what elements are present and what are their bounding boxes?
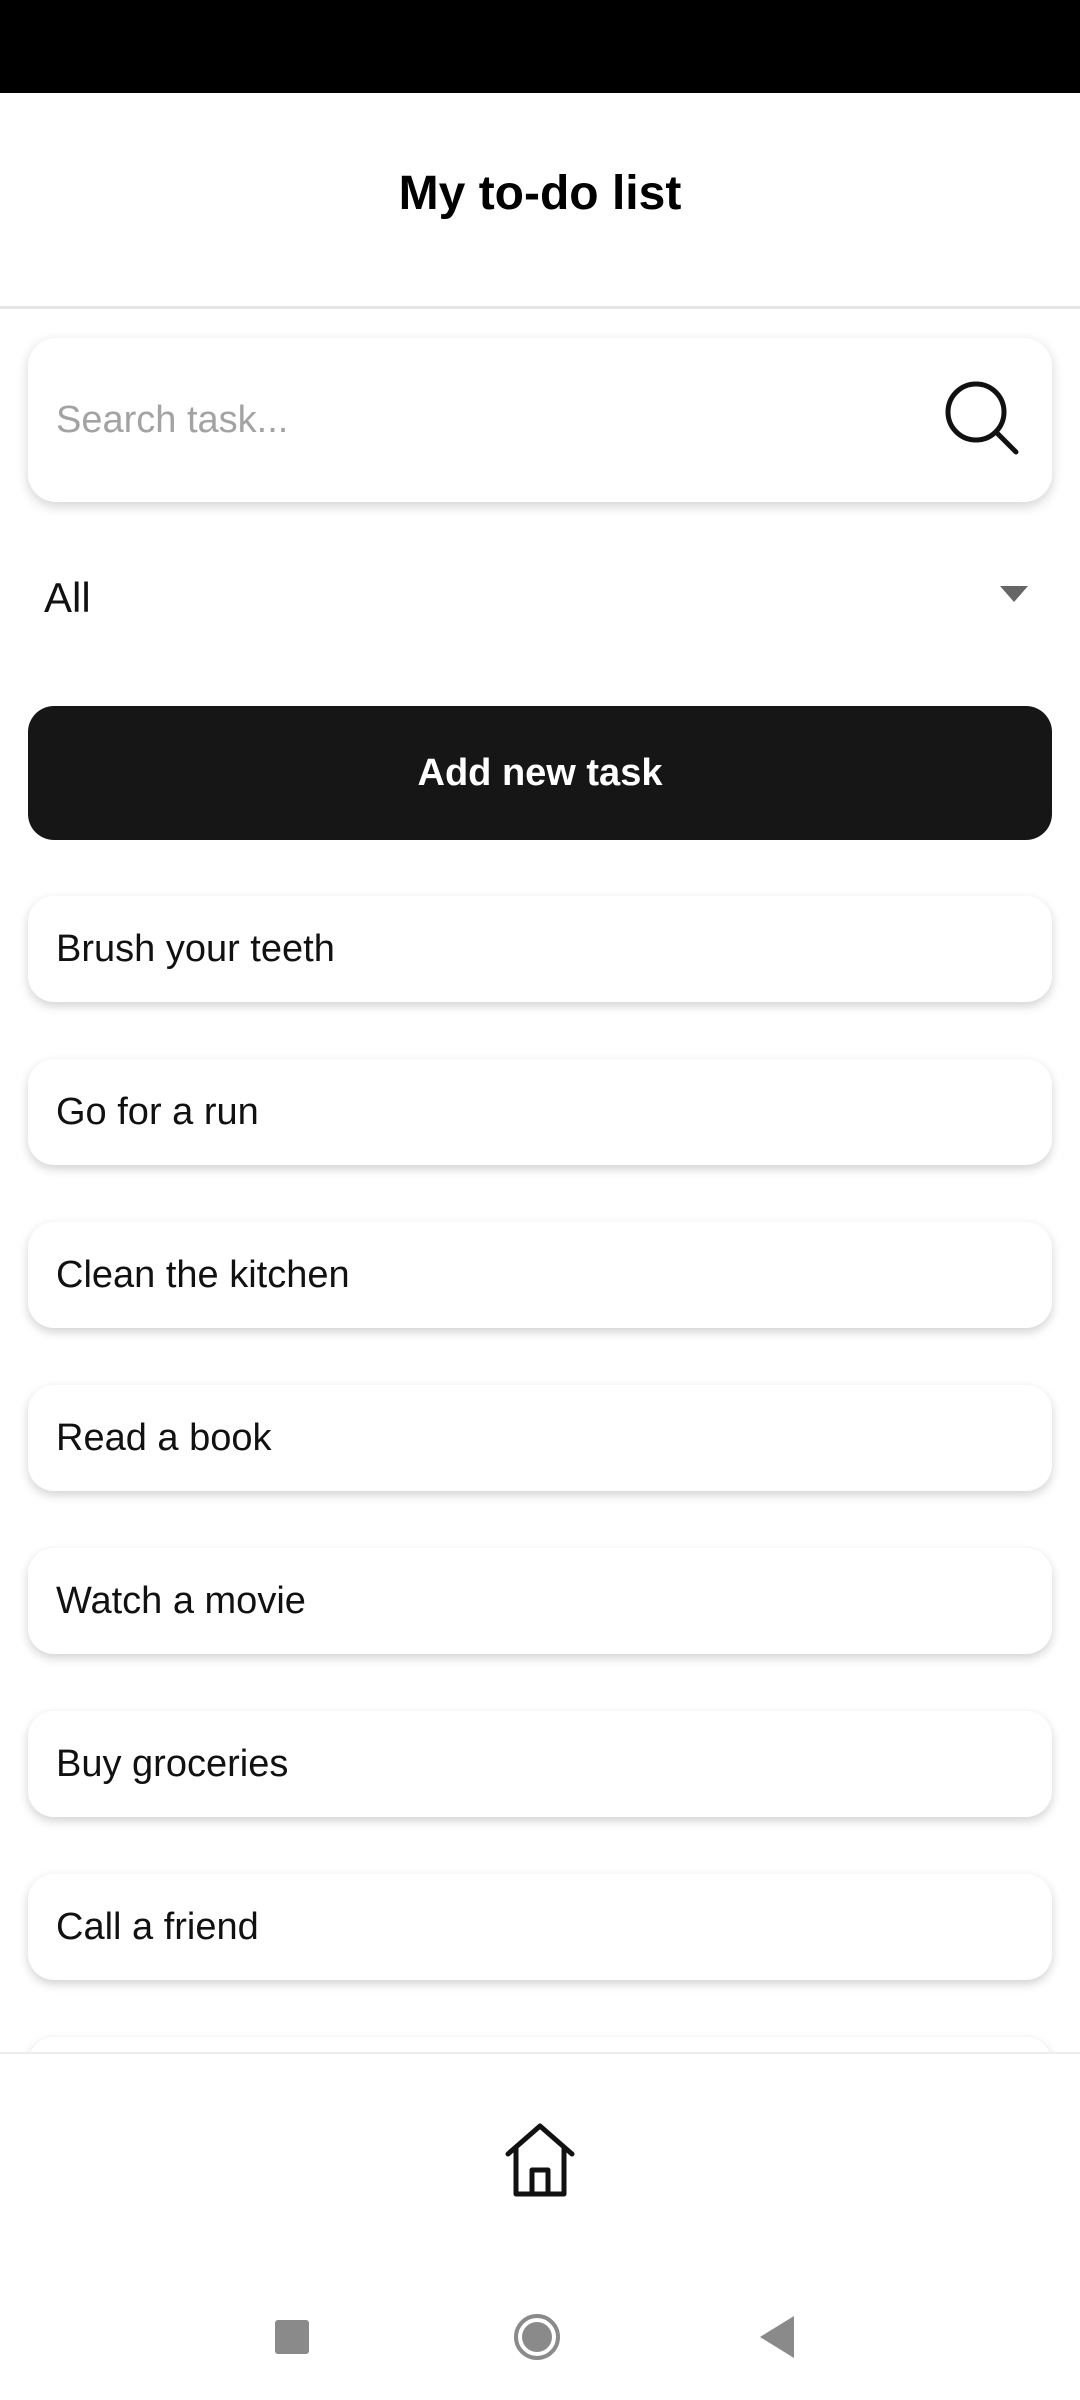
bottom-navigation (0, 2052, 1080, 2272)
task-label: Call a friend (56, 1905, 259, 1948)
task-label: Watch a movie (56, 1579, 306, 1622)
task-list: Brush your teeth Go for a run Clean the … (28, 896, 1052, 2052)
home-icon[interactable] (500, 2120, 580, 2200)
task-label: Buy groceries (56, 1742, 289, 1785)
filter-selected-value: All (44, 574, 91, 621)
task-item[interactable]: Read a book (28, 1385, 1052, 1491)
task-item-partial[interactable] (28, 2037, 1052, 2052)
page-title: My to-do list (398, 167, 682, 220)
task-item[interactable]: Buy groceries (28, 1711, 1052, 1817)
home-circle-icon[interactable] (513, 2313, 561, 2361)
filter-dropdown[interactable]: All (28, 556, 1052, 640)
task-item[interactable]: Go for a run (28, 1059, 1052, 1165)
add-task-button[interactable]: Add new task (28, 706, 1052, 840)
back-icon[interactable] (758, 2314, 796, 2360)
search-input[interactable] (56, 378, 916, 462)
task-item[interactable]: Clean the kitchen (28, 1222, 1052, 1328)
task-item[interactable]: Watch a movie (28, 1548, 1052, 1654)
dropdown-arrow-icon (1000, 586, 1028, 602)
status-bar (0, 0, 1080, 93)
app-header: My to-do list (0, 93, 1080, 309)
task-label: Read a book (56, 1416, 272, 1459)
task-item[interactable]: Call a friend (28, 1874, 1052, 1980)
main-content[interactable]: All Add new task Brush your teeth Go for… (0, 312, 1080, 2052)
system-navigation-bar (0, 2270, 1080, 2400)
task-label: Go for a run (56, 1090, 259, 1133)
task-label: Brush your teeth (56, 927, 335, 970)
search-icon[interactable] (940, 376, 1024, 460)
recent-apps-icon[interactable] (275, 2320, 309, 2354)
task-label: Clean the kitchen (56, 1253, 350, 1296)
task-item[interactable]: Brush your teeth (28, 896, 1052, 1002)
search-box (28, 338, 1052, 502)
